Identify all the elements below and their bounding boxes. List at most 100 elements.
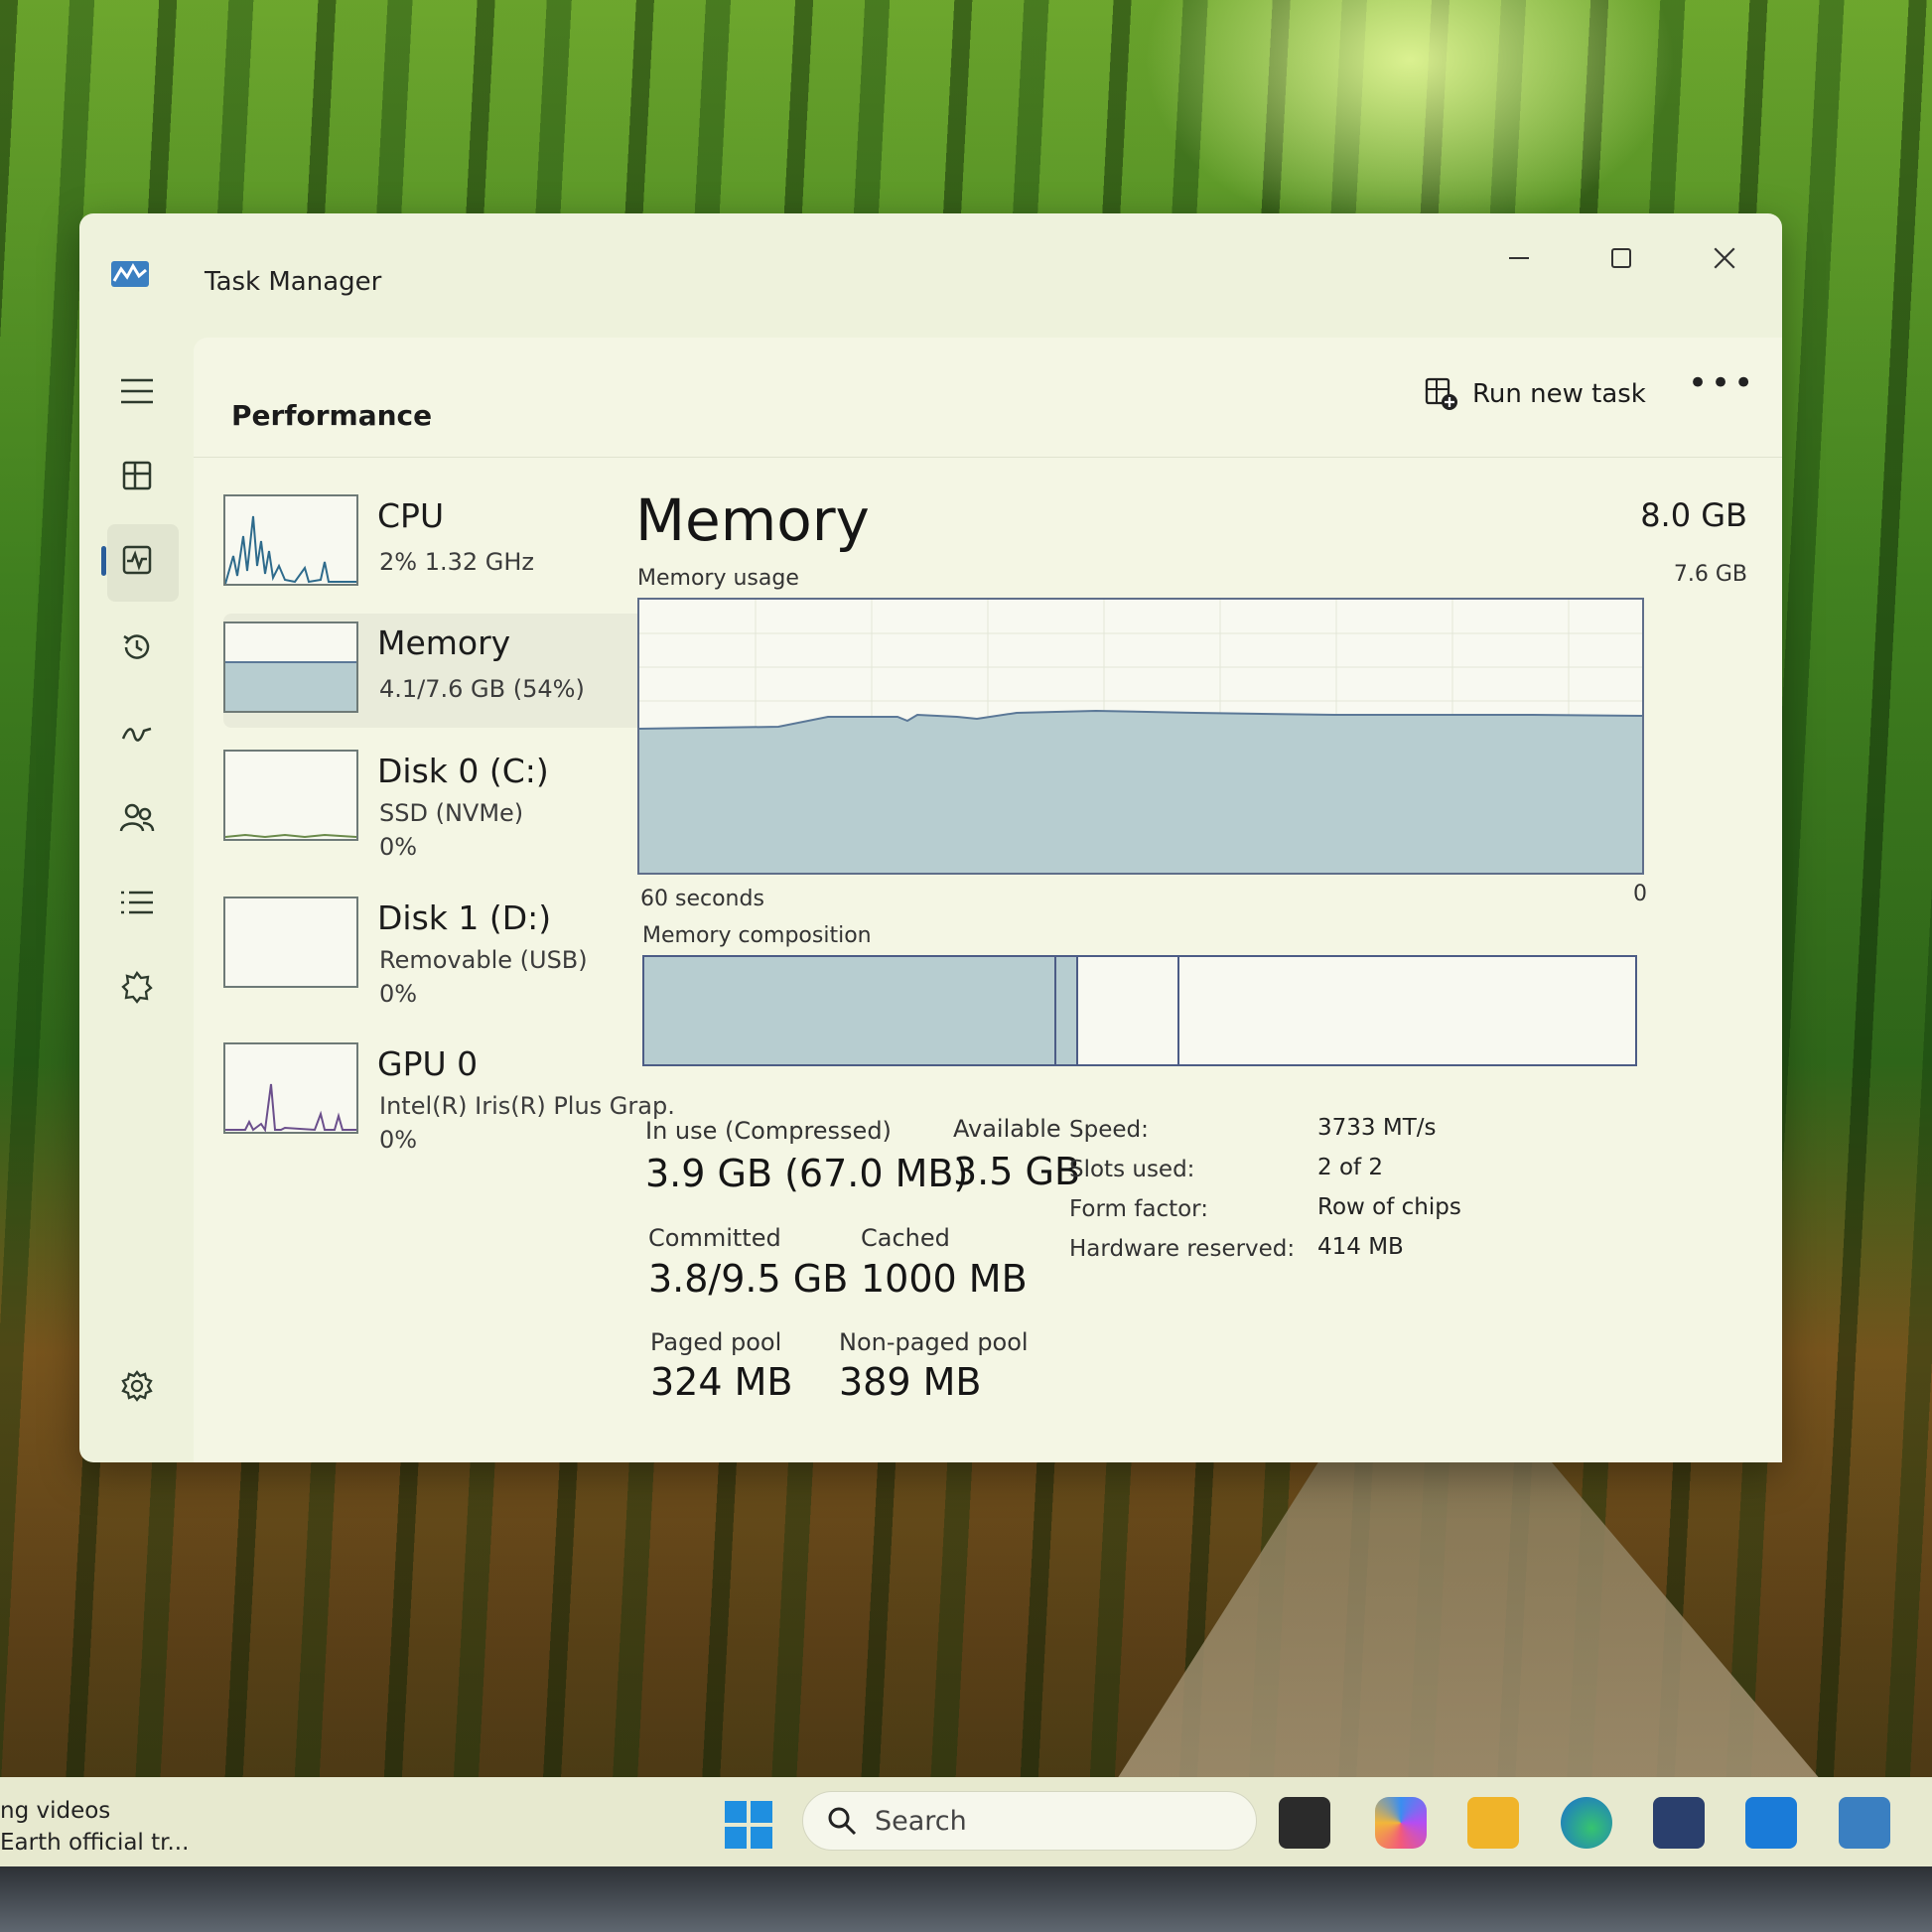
- memory-composition-label: Memory composition: [642, 923, 872, 948]
- device-item-disk-1[interactable]: Disk 1 (D:) Removable (USB) 0%: [223, 889, 675, 1008]
- task-manager-window: Task Manager Performance Run new task ••…: [79, 213, 1782, 1462]
- available-label: Available: [953, 1115, 1061, 1143]
- nav-settings[interactable]: [113, 1362, 161, 1410]
- device-stat: 0%: [379, 1126, 418, 1154]
- outlook-icon[interactable]: [1745, 1797, 1797, 1849]
- paged-pool-label: Paged pool: [650, 1328, 782, 1356]
- minimize-button[interactable]: [1489, 233, 1549, 283]
- hamburger-icon: [121, 378, 153, 404]
- header-divider: [194, 457, 1782, 458]
- run-new-task-icon: [1425, 377, 1457, 410]
- memory-composition-bar: [642, 955, 1637, 1066]
- screen-bezel: [0, 1866, 1932, 1932]
- memory-usage-max: 7.6 GB: [1673, 562, 1747, 587]
- non-paged-pool-value: 389 MB: [839, 1360, 982, 1404]
- nav-users[interactable]: [113, 794, 161, 842]
- microsoft-store-icon[interactable]: [1653, 1797, 1705, 1849]
- services-icon: [121, 970, 153, 1004]
- memory-heading: Memory: [635, 486, 870, 554]
- search-icon: [828, 1807, 857, 1836]
- graph-time-right: 0: [1633, 882, 1647, 906]
- content-panel: Performance Run new task ••• CPU 2% 1.32…: [194, 338, 1782, 1462]
- nav-app-history[interactable]: [113, 623, 161, 671]
- composition-modified: [1055, 957, 1078, 1064]
- composition-standby: [1078, 957, 1179, 1064]
- paged-pool-value: 324 MB: [650, 1360, 793, 1404]
- task-view-icon[interactable]: [1279, 1797, 1330, 1849]
- news-line-1: ng videos: [0, 1798, 111, 1824]
- file-explorer-icon[interactable]: [1467, 1797, 1519, 1849]
- sidebar: [79, 323, 194, 1462]
- task-manager-taskbar-icon[interactable]: [1839, 1797, 1890, 1849]
- cached-value: 1000 MB: [861, 1257, 1028, 1301]
- hardware-speed-value: 3733 MT/s: [1317, 1115, 1437, 1141]
- device-type: Intel(R) Iris(R) Plus Grap.: [379, 1092, 675, 1120]
- hardware-reserved-label: Hardware reserved:: [1069, 1236, 1296, 1262]
- nav-services[interactable]: [113, 963, 161, 1011]
- nav-performance[interactable]: [113, 536, 161, 584]
- close-button[interactable]: [1695, 233, 1754, 283]
- device-name: Memory: [377, 623, 511, 662]
- minimize-icon: [1509, 257, 1529, 259]
- hardware-reserved-value: 414 MB: [1317, 1234, 1404, 1260]
- in-use-value: 3.9 GB (67.0 MB): [645, 1152, 969, 1195]
- hardware-form-factor-value: Row of chips: [1317, 1194, 1461, 1220]
- hardware-slots-value: 2 of 2: [1317, 1155, 1384, 1180]
- wallpaper-path: [1112, 1449, 1827, 1787]
- committed-label: Committed: [648, 1224, 781, 1252]
- news-widget[interactable]: ng videos Earth official tr...: [0, 1795, 189, 1859]
- details-list-icon: [121, 891, 153, 914]
- maximize-icon: [1611, 248, 1631, 268]
- news-line-2: Earth official tr...: [0, 1830, 190, 1856]
- memory-usage-graph: [637, 598, 1644, 875]
- memory-total: 8.0 GB: [1640, 496, 1747, 534]
- device-item-memory[interactable]: Memory 4.1/7.6 GB (54%): [223, 614, 675, 728]
- nav-processes[interactable]: [113, 452, 161, 499]
- taskbar-search-box[interactable]: Search: [802, 1791, 1257, 1851]
- hardware-speed-label: Speed:: [1069, 1117, 1149, 1143]
- available-value: 3.5 GB: [953, 1150, 1081, 1193]
- history-icon: [123, 634, 150, 659]
- title-bar[interactable]: Task Manager: [79, 213, 1782, 323]
- device-name: Disk 0 (C:): [377, 752, 549, 790]
- device-item-cpu[interactable]: CPU 2% 1.32 GHz: [223, 486, 675, 601]
- copilot-icon[interactable]: [1375, 1797, 1427, 1849]
- graph-time-left: 60 seconds: [640, 887, 764, 911]
- memory-usage-label: Memory usage: [637, 566, 799, 591]
- device-item-gpu-0[interactable]: GPU 0 Intel(R) Iris(R) Plus Grap. 0%: [223, 1035, 675, 1154]
- window-title: Task Manager: [205, 267, 382, 297]
- committed-value: 3.8/9.5 GB: [648, 1257, 849, 1301]
- cached-label: Cached: [861, 1224, 950, 1252]
- hardware-slots-label: Slots used:: [1069, 1157, 1195, 1182]
- start-button-windows-icon[interactable]: [725, 1801, 772, 1849]
- memory-thumbnail-graph: [223, 621, 358, 713]
- device-name: Disk 1 (D:): [377, 898, 552, 937]
- disk0-thumbnail-graph: [223, 750, 358, 841]
- more-options-button[interactable]: •••: [1688, 363, 1756, 403]
- cpu-thumbnail-graph: [223, 494, 358, 586]
- device-name: GPU 0: [377, 1044, 479, 1083]
- device-stat: 4.1/7.6 GB (54%): [379, 675, 585, 703]
- run-new-task-button[interactable]: Run new task: [1425, 369, 1646, 419]
- device-type: Removable (USB): [379, 946, 588, 974]
- device-type: SSD (NVMe): [379, 799, 524, 827]
- gpu-thumbnail-graph: [223, 1042, 358, 1134]
- non-paged-pool-label: Non-paged pool: [839, 1328, 1029, 1356]
- in-use-label: In use (Compressed): [645, 1117, 892, 1145]
- maximize-button[interactable]: [1591, 233, 1651, 283]
- nav-startup-apps[interactable]: [113, 710, 161, 758]
- close-icon: [1714, 247, 1735, 269]
- nav-details[interactable]: [113, 879, 161, 926]
- run-new-task-label: Run new task: [1472, 379, 1646, 409]
- composition-in-use: [644, 957, 1056, 1064]
- device-item-disk-0[interactable]: Disk 0 (C:) SSD (NVMe) 0%: [223, 742, 675, 861]
- composition-free: [1179, 957, 1635, 1064]
- disk1-thumbnail-graph: [223, 897, 358, 988]
- device-name: CPU: [377, 496, 445, 535]
- nav-active-indicator: [101, 546, 106, 576]
- users-icon: [119, 803, 155, 832]
- search-placeholder: Search: [875, 1805, 967, 1837]
- hamburger-menu-button[interactable]: [113, 367, 161, 415]
- edge-browser-icon[interactable]: [1561, 1797, 1612, 1849]
- performance-icon: [122, 545, 152, 575]
